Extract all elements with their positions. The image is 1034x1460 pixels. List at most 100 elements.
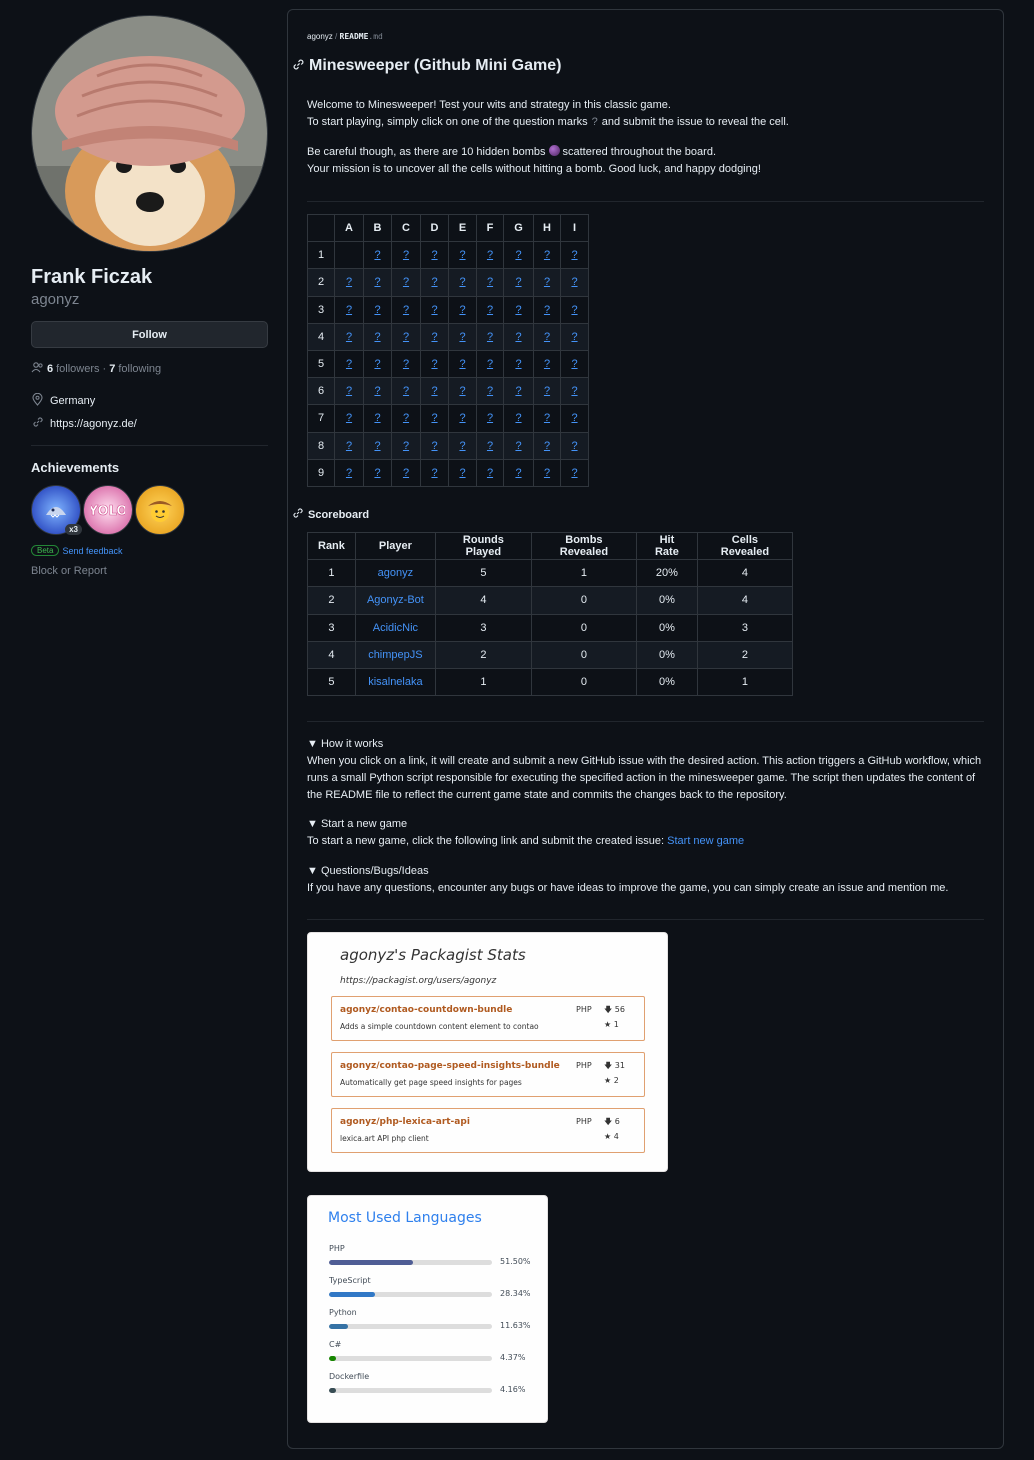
cell-reveal-link[interactable]: ? — [487, 304, 493, 316]
package-name[interactable]: agonyz/php-lexica-art-api — [340, 1117, 470, 1127]
cell-reveal-link[interactable]: ? — [403, 249, 409, 261]
cell-reveal-link[interactable]: ? — [515, 385, 521, 397]
cell-reveal-link[interactable]: ? — [374, 331, 380, 343]
cell-reveal-link[interactable]: ? — [403, 304, 409, 316]
cell-reveal-link[interactable]: ? — [544, 276, 550, 288]
cell-reveal-link[interactable]: ? — [544, 467, 550, 479]
yolo-badge-icon[interactable]: YOLO — [83, 485, 133, 535]
cell-reveal-link[interactable]: ? — [515, 276, 521, 288]
cell-reveal-link[interactable]: ? — [487, 440, 493, 452]
following-count[interactable]: 7 — [109, 363, 115, 375]
cell-reveal-link[interactable]: ? — [346, 358, 352, 370]
cell-reveal-link[interactable]: ? — [515, 440, 521, 452]
package-name[interactable]: agonyz/contao-page-speed-insights-bundle — [340, 1061, 560, 1071]
cell-reveal-link[interactable]: ? — [515, 412, 521, 424]
details-how-summary[interactable]: ▼ How it works — [307, 736, 987, 753]
cell-reveal-link[interactable]: ? — [571, 304, 577, 316]
cowboy-badge-icon[interactable] — [135, 485, 185, 535]
cell-reveal-link[interactable]: ? — [487, 412, 493, 424]
cell-reveal-link[interactable]: ? — [431, 385, 437, 397]
package-name[interactable]: agonyz/contao-countdown-bundle — [340, 1005, 512, 1015]
cell-reveal-link[interactable]: ? — [571, 385, 577, 397]
cell-reveal-link[interactable]: ? — [487, 467, 493, 479]
cell-reveal-link[interactable]: ? — [431, 440, 437, 452]
cell-reveal-link[interactable]: ? — [459, 304, 465, 316]
send-feedback-link[interactable]: Send feedback — [62, 546, 122, 556]
packagist-stats-card[interactable]: agonyz's Packagist Stats https://packagi… — [307, 932, 668, 1172]
cell-reveal-link[interactable]: ? — [459, 249, 465, 261]
followers-count[interactable]: 6 — [47, 363, 53, 375]
cell-reveal-link[interactable]: ? — [374, 276, 380, 288]
block-report-link[interactable]: Block or Report — [31, 565, 268, 577]
avatar[interactable] — [31, 15, 268, 252]
cell-reveal-link[interactable]: ? — [403, 276, 409, 288]
cell-reveal-link[interactable]: ? — [515, 304, 521, 316]
player-link[interactable]: AcidicNic — [373, 622, 418, 634]
cell-reveal-link[interactable]: ? — [459, 385, 465, 397]
cell-reveal-link[interactable]: ? — [403, 331, 409, 343]
cell-reveal-link[interactable]: ? — [487, 331, 493, 343]
start-new-game-link[interactable]: Start new game — [667, 835, 744, 847]
cell-reveal-link[interactable]: ? — [459, 276, 465, 288]
details-questions-summary[interactable]: ▼ Questions/Bugs/Ideas — [307, 863, 987, 880]
cell-reveal-link[interactable]: ? — [487, 358, 493, 370]
cell-reveal-link[interactable]: ? — [403, 385, 409, 397]
followers-label[interactable]: followers — [56, 363, 99, 375]
package-item[interactable]: agonyz/contao-countdown-bundle Adds a sim… — [331, 996, 645, 1041]
follow-button[interactable]: Follow — [31, 321, 268, 348]
cell-reveal-link[interactable]: ? — [487, 249, 493, 261]
cell-reveal-link[interactable]: ? — [487, 276, 493, 288]
cell-reveal-link[interactable]: ? — [515, 331, 521, 343]
cell-reveal-link[interactable]: ? — [403, 412, 409, 424]
cell-reveal-link[interactable]: ? — [374, 467, 380, 479]
cell-reveal-link[interactable]: ? — [431, 249, 437, 261]
cell-reveal-link[interactable]: ? — [544, 358, 550, 370]
cell-reveal-link[interactable]: ? — [431, 467, 437, 479]
player-link[interactable]: Agonyz-Bot — [367, 594, 424, 606]
cell-reveal-link[interactable]: ? — [346, 331, 352, 343]
cell-reveal-link[interactable]: ? — [571, 358, 577, 370]
cell-reveal-link[interactable]: ? — [374, 412, 380, 424]
cell-reveal-link[interactable]: ? — [544, 412, 550, 424]
player-link[interactable]: chimpepJS — [368, 649, 422, 661]
cell-reveal-link[interactable]: ? — [346, 440, 352, 452]
shark-badge-icon[interactable]: x3 — [31, 485, 82, 535]
cell-reveal-link[interactable]: ? — [571, 249, 577, 261]
cell-reveal-link[interactable]: ? — [571, 276, 577, 288]
cell-reveal-link[interactable]: ? — [459, 358, 465, 370]
languages-card[interactable]: Most Used Languages PHP 51.50% TypeScript 2… — [307, 1195, 548, 1423]
cell-reveal-link[interactable]: ? — [431, 276, 437, 288]
cell-reveal-link[interactable]: ? — [544, 304, 550, 316]
cell-reveal-link[interactable]: ? — [459, 412, 465, 424]
cell-reveal-link[interactable]: ? — [431, 358, 437, 370]
cell-reveal-link[interactable]: ? — [515, 467, 521, 479]
cell-reveal-link[interactable]: ? — [571, 412, 577, 424]
cell-reveal-link[interactable]: ? — [515, 358, 521, 370]
cell-reveal-link[interactable]: ? — [544, 440, 550, 452]
cell-reveal-link[interactable]: ? — [374, 358, 380, 370]
cell-reveal-link[interactable]: ? — [571, 331, 577, 343]
cell-reveal-link[interactable]: ? — [487, 385, 493, 397]
cell-reveal-link[interactable]: ? — [403, 358, 409, 370]
following-label[interactable]: following — [118, 363, 161, 375]
cell-reveal-link[interactable]: ? — [544, 331, 550, 343]
cell-reveal-link[interactable]: ? — [459, 331, 465, 343]
package-item[interactable]: agonyz/contao-page-speed-insights-bundle… — [331, 1052, 645, 1097]
package-item[interactable]: agonyz/php-lexica-art-api lexica.art API … — [331, 1108, 645, 1153]
cell-reveal-link[interactable]: ? — [544, 249, 550, 261]
cell-reveal-link[interactable]: ? — [374, 249, 380, 261]
website-link[interactable]: https://agonyz.de/ — [50, 418, 137, 430]
cell-reveal-link[interactable]: ? — [346, 276, 352, 288]
cell-reveal-link[interactable]: ? — [459, 467, 465, 479]
cell-reveal-link[interactable]: ? — [403, 440, 409, 452]
cell-reveal-link[interactable]: ? — [346, 412, 352, 424]
cell-reveal-link[interactable]: ? — [346, 467, 352, 479]
cell-reveal-link[interactable]: ? — [346, 304, 352, 316]
cell-reveal-link[interactable]: ? — [431, 412, 437, 424]
anchor-link-icon[interactable] — [292, 507, 304, 522]
cell-reveal-link[interactable]: ? — [431, 331, 437, 343]
cell-reveal-link[interactable]: ? — [346, 385, 352, 397]
player-link[interactable]: kisalnelaka — [368, 676, 422, 688]
player-link[interactable]: agonyz — [378, 567, 413, 579]
cell-reveal-link[interactable]: ? — [431, 304, 437, 316]
